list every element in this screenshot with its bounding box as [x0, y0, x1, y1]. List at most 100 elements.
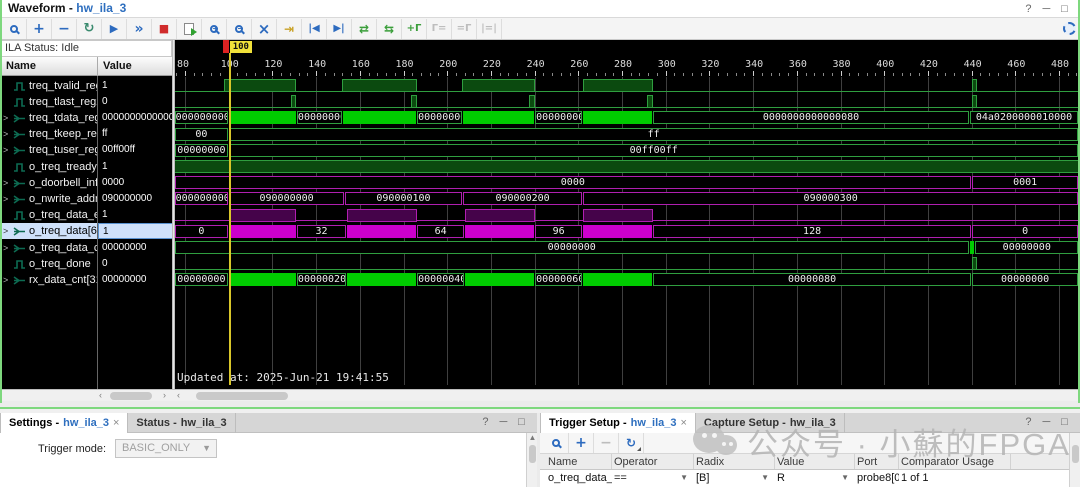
signal-row-o_doorbell_info[15:0][interactable]: > o_doorbell_info[15:0]: [0, 175, 97, 191]
signal-row-o_treq_tready[interactable]: o_treq_tready: [0, 159, 97, 175]
signal-value-o_treq_data_en[interactable]: 1: [98, 207, 172, 223]
zoom-in-icon[interactable]: +: [202, 18, 227, 39]
chevron-down-icon[interactable]: ▼: [761, 470, 769, 486]
signal-value-rx_data_cnt[31:0][interactable]: 00000000: [98, 272, 172, 288]
add-signal-icon[interactable]: +: [27, 18, 52, 39]
signal-row-o_nwrite_addr[33:0][interactable]: > o_nwrite_addr[33:0]: [0, 191, 97, 207]
column-header-operator[interactable]: Operator: [614, 454, 694, 469]
expand-chevron-icon[interactable]: >: [3, 142, 8, 158]
wave-row-rx_data_cnt[31:0][interactable]: 00000000 00000020 00000040 00000060 00000080…: [175, 40, 1078, 287]
signal-value-treq_tdata_reg2[63:0][interactable]: 0000000000000000: [98, 110, 172, 126]
find-icon[interactable]: [544, 433, 569, 453]
trigger-cell-value[interactable]: R ▼: [777, 470, 855, 487]
maximize-button[interactable]: □: [1057, 1, 1072, 18]
scroll-thumb[interactable]: [529, 445, 536, 463]
signal-row-treq_tlast_reg2[interactable]: treq_tlast_reg2: [0, 94, 97, 110]
expand-chevron-icon[interactable]: >: [3, 240, 8, 256]
help-button[interactable]: ?: [1021, 1, 1036, 18]
chevron-down-icon[interactable]: ▼: [841, 470, 849, 486]
value-scroll-left-arrow[interactable]: ‹: [99, 390, 102, 401]
signal-value-treq_tuser_reg2[31:0][interactable]: 00ff00ff: [98, 142, 172, 158]
run-trigger-icon[interactable]: ▶: [102, 18, 127, 39]
column-header-name[interactable]: Name: [548, 454, 612, 469]
signal-value-o_treq_done[interactable]: 0: [98, 256, 172, 272]
minimize-button[interactable]: ─: [496, 416, 511, 428]
add-probe-icon[interactable]: +: [569, 433, 594, 453]
help-button[interactable]: ?: [1021, 416, 1036, 428]
trigger-cell-operator[interactable]: == ▼: [614, 470, 694, 487]
wave-scroll-thumb[interactable]: [196, 392, 288, 400]
remove-signal-icon[interactable]: −: [52, 18, 77, 39]
minimize-button[interactable]: ─: [1039, 1, 1054, 18]
stop-trigger-icon[interactable]: ■: [152, 18, 177, 39]
column-divider[interactable]: [97, 57, 98, 76]
settings-vertical-scrollbar[interactable]: ▲: [526, 433, 537, 487]
chevron-down-icon[interactable]: ▼: [680, 470, 688, 486]
scroll-thumb[interactable]: [1072, 445, 1079, 463]
waveform-canvas[interactable]: Updated at: 2025-Jun-21 19:41:55 80 100 12…: [175, 40, 1078, 389]
expand-chevron-icon[interactable]: >: [3, 126, 8, 142]
signal-value-o_treq_data[63:0][interactable]: 1: [98, 223, 172, 240]
help-button[interactable]: ?: [478, 416, 493, 428]
signal-row-o_treq_data_en[interactable]: o_treq_data_en: [0, 207, 97, 223]
run-options-icon[interactable]: ↻: [619, 433, 644, 453]
trigger-mode-select[interactable]: BASIC_ONLY ▼: [115, 439, 217, 458]
first-time-icon[interactable]: |◀: [302, 18, 327, 39]
close-icon[interactable]: ×: [680, 414, 686, 433]
trigger-marker-line[interactable]: [228, 53, 231, 385]
goto-trigger-icon[interactable]: ⇥: [277, 18, 302, 39]
signal-row-treq_tvalid_reg2[interactable]: treq_tvalid_reg2: [0, 78, 97, 94]
zoom-fit-icon[interactable]: ×: [252, 18, 277, 39]
rerun-trigger-icon[interactable]: ↻: [77, 18, 102, 39]
find-icon[interactable]: [2, 18, 27, 39]
minimize-button[interactable]: ─: [1039, 416, 1054, 428]
signal-row-o_treq_done[interactable]: o_treq_done: [0, 256, 97, 272]
previous-transition-icon[interactable]: ⇄: [352, 18, 377, 39]
run-trigger-immediate-icon[interactable]: »: [127, 18, 152, 39]
column-header-value[interactable]: Value: [777, 454, 855, 469]
trigger-table-row[interactable]: o_treq_data_en==▼[B]▼R▼probe8[0]1 of 1: [540, 470, 1069, 487]
signal-value-treq_tkeep_reg2[7:0][interactable]: ff: [98, 126, 172, 142]
signal-row-treq_tkeep_reg2[7:0][interactable]: > treq_tkeep_reg2[7:0]: [0, 126, 97, 142]
trigger-flag[interactable]: [222, 40, 229, 53]
tab-status[interactable]: Status - hw_ila_3: [128, 413, 236, 433]
signal-row-o_treq_data[63:0][interactable]: > o_treq_data[63:0]: [0, 223, 97, 240]
tab-settings[interactable]: Settings - hw_ila_3 ×: [0, 413, 129, 433]
column-header-port[interactable]: Port: [857, 454, 899, 469]
signal-value-o_treq_data_cnt[31:0][interactable]: 00000000: [98, 240, 172, 256]
trigger-vertical-scrollbar[interactable]: [1069, 433, 1080, 487]
tab-capture-setup[interactable]: Capture Setup - hw_ila_3: [696, 413, 845, 433]
signal-row-treq_tuser_reg2[31:0][interactable]: > treq_tuser_reg2[31:0]: [0, 142, 97, 158]
signal-value-o_treq_tready[interactable]: 1: [98, 159, 172, 175]
signal-row-o_treq_data_cnt[31:0][interactable]: > o_treq_data_cnt[31:0]: [0, 240, 97, 256]
signal-row-treq_tdata_reg2[63:0][interactable]: > treq_tdata_reg2[63:0]: [0, 110, 97, 126]
signal-value-o_doorbell_info[15:0][interactable]: 0000: [98, 175, 172, 191]
expand-chevron-icon[interactable]: >: [3, 223, 8, 239]
column-header-radix[interactable]: Radix: [696, 454, 775, 469]
close-icon[interactable]: ×: [113, 414, 119, 433]
last-time-icon[interactable]: ▶|: [327, 18, 352, 39]
next-transition-icon[interactable]: ⇆: [377, 18, 402, 39]
wave-scroll-left-arrow[interactable]: ‹: [177, 390, 180, 401]
add-marker-icon[interactable]: +Γ: [402, 18, 427, 39]
maximize-button[interactable]: □: [514, 416, 529, 428]
value-scroll-thumb[interactable]: [110, 392, 152, 400]
value-column-header[interactable]: Value: [103, 57, 132, 75]
signal-value-o_nwrite_addr[33:0][interactable]: 090000000: [98, 191, 172, 207]
export-data-icon[interactable]: [177, 18, 202, 39]
expand-chevron-icon[interactable]: >: [3, 110, 8, 126]
signal-value-treq_tlast_reg2[interactable]: 0: [98, 94, 172, 110]
scroll-up-arrow[interactable]: ▲: [527, 433, 537, 442]
value-scroll-right-arrow[interactable]: ›: [163, 390, 166, 401]
name-column-header[interactable]: Name: [6, 57, 36, 75]
trigger-cell-radix[interactable]: [B] ▼: [696, 470, 775, 487]
tab-trigger-setup[interactable]: Trigger Setup - hw_ila_3 ×: [540, 413, 696, 433]
signal-value-treq_tvalid_reg2[interactable]: 1: [98, 78, 172, 94]
zoom-out-icon[interactable]: −: [227, 18, 252, 39]
expand-chevron-icon[interactable]: >: [3, 191, 8, 207]
expand-chevron-icon[interactable]: >: [3, 175, 8, 191]
signal-row-rx_data_cnt[31:0][interactable]: > rx_data_cnt[31:0]: [0, 272, 97, 288]
waveform-settings-gear-icon[interactable]: [1063, 22, 1076, 35]
maximize-button[interactable]: □: [1057, 416, 1072, 428]
column-header-comparator-usage[interactable]: Comparator Usage: [901, 454, 1011, 469]
